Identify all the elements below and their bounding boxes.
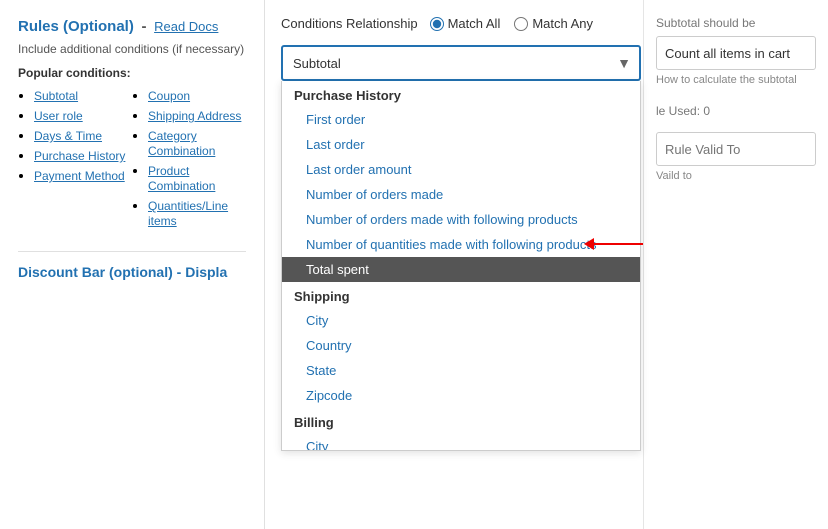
radio-match-all-label: Match All [448, 16, 501, 31]
rule-used-text: le Used: 0 [656, 104, 816, 118]
sidebar-col-1: Subtotal User role Days & Time Purchase … [18, 88, 132, 233]
radio-match-any-label: Match Any [532, 16, 593, 31]
menu-item-orders-following-products[interactable]: Number of orders made with following pro… [282, 207, 640, 232]
rule-used-section: le Used: 0 [656, 104, 816, 118]
valid-to-hint: Vaild to [656, 170, 816, 182]
sidebar-productcombination-link[interactable]: Product Combination [148, 164, 215, 193]
menu-item-shipping-city[interactable]: City [282, 308, 640, 333]
rule-valid-to-section: Vaild to [656, 132, 816, 182]
menu-item-total-spent[interactable]: Total spent [282, 257, 640, 282]
sidebar-col-2: Coupon Shipping Address Category Combina… [132, 88, 246, 233]
radio-match-any[interactable]: Match Any [514, 16, 593, 31]
main-content: Conditions Relationship Match All Match … [265, 0, 828, 529]
sidebar-paymentmethod-link[interactable]: Payment Method [34, 169, 125, 183]
dropdown-menu: Purchase History First order Last order … [281, 81, 641, 451]
menu-item-last-order[interactable]: Last order [282, 132, 640, 157]
group-header-purchase-history: Purchase History [282, 81, 640, 107]
menu-item-shipping-state[interactable]: State [282, 358, 640, 383]
dropdown-wrapper: Subtotal ▼ Purchase History First order … [281, 45, 641, 81]
sidebar-purchasehistory-link[interactable]: Purchase History [34, 149, 125, 163]
menu-item-number-of-orders[interactable]: Number of orders made [282, 182, 640, 207]
sidebar-coupon-link[interactable]: Coupon [148, 89, 190, 103]
sidebar-bottom-title: Discount Bar (optional) - Displa [18, 264, 227, 280]
sidebar-bottom: Discount Bar (optional) - Displa [18, 251, 246, 280]
popular-conditions-label: Popular conditions: [18, 66, 246, 80]
menu-item-billing-city[interactable]: City [282, 434, 640, 451]
sidebar-subtitle: Include additional conditions (if necess… [18, 42, 246, 56]
sidebar-subtotal-link[interactable]: Subtotal [34, 89, 78, 103]
sidebar-daystime-link[interactable]: Days & Time [34, 129, 102, 143]
sidebar: Rules (Optional) - Read Docs Include add… [0, 0, 265, 529]
how-to-calculate-hint: How to calculate the subtotal [656, 74, 816, 86]
group-header-billing: Billing [282, 408, 640, 434]
sidebar-quantitieslineitems-link[interactable]: Quantities/Line items [148, 199, 228, 228]
menu-item-first-order[interactable]: First order [282, 107, 640, 132]
right-panel: Subtotal should be How to calculate the … [643, 0, 828, 529]
menu-item-shipping-zipcode[interactable]: Zipcode [282, 383, 640, 408]
read-docs-link[interactable]: Read Docs [154, 19, 218, 34]
subtotal-should-be-label: Subtotal should be [656, 16, 816, 30]
subtotal-dropdown[interactable]: Subtotal [281, 45, 641, 81]
sidebar-title: Rules (Optional) [18, 18, 134, 35]
radio-match-all[interactable]: Match All [430, 16, 501, 31]
conditions-relationship-label: Conditions Relationship [281, 16, 418, 31]
sidebar-title-dash: - [141, 18, 146, 35]
group-header-shipping: Shipping [282, 282, 640, 308]
rule-valid-to-input[interactable] [656, 132, 816, 166]
count-all-items-input[interactable] [656, 36, 816, 70]
sidebar-shippingaddress-link[interactable]: Shipping Address [148, 109, 241, 123]
sidebar-userrole-link[interactable]: User role [34, 109, 83, 123]
menu-item-quantities-following-products[interactable]: Number of quantities made with following… [282, 232, 640, 257]
sidebar-categorycombination-link[interactable]: Category Combination [148, 129, 215, 158]
radio-group: Match All Match Any [430, 16, 593, 31]
menu-item-last-order-amount[interactable]: Last order amount [282, 157, 640, 182]
menu-item-shipping-country[interactable]: Country [282, 333, 640, 358]
